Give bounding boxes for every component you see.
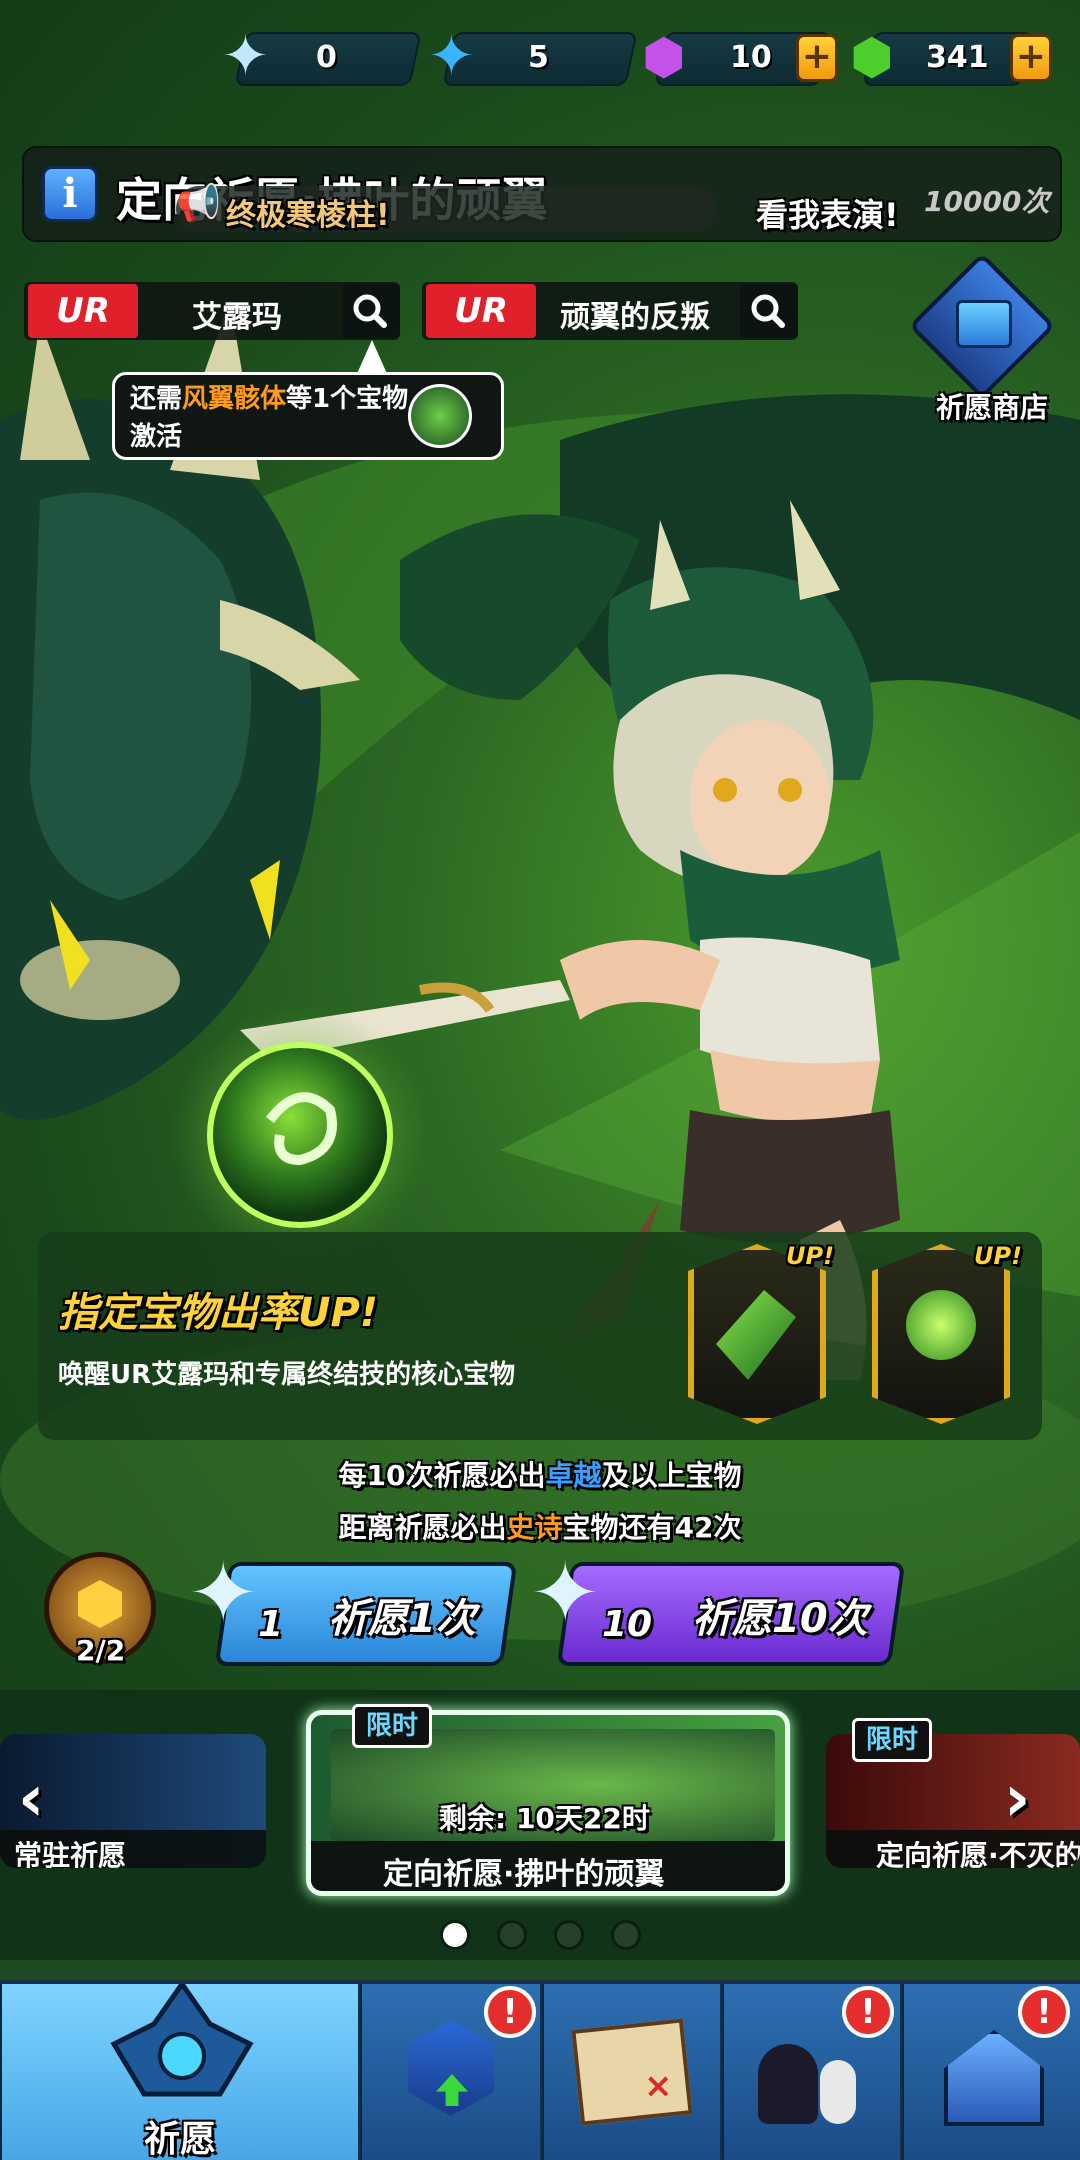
nav-item-wish[interactable]: 祈愿 [0, 1984, 358, 2160]
pull-counter: 10000次 [924, 185, 1050, 218]
guarantee-line-2: 距离祈愿必出史诗宝物还有42次 [0, 1506, 1080, 1546]
treasure-chest-icon [956, 300, 1012, 348]
guarantee-highlight: 卓越 [545, 1459, 602, 1492]
guarantee-text: 距离祈愿必出 [338, 1511, 507, 1544]
rainbow-star-icon: ✦ [530, 1544, 601, 1642]
chevron-right-icon[interactable]: › [1004, 1762, 1030, 1836]
up-tag: UP! [786, 1242, 835, 1270]
banner-artwork [0, 0, 1080, 1700]
shop-label[interactable]: 祈愿商店 [936, 386, 1048, 426]
rate-up-subtitle: 唤醒UR艾露玛和专属终结技的核心宝物 [58, 1360, 516, 1390]
rainbow-star-icon: ✦ [188, 1544, 259, 1642]
skeleton-icon [820, 2060, 856, 2124]
currency-value: 0 [316, 40, 337, 75]
rarity-badge: UR [426, 284, 536, 338]
treasure-name: 顽翼的反叛 [560, 300, 710, 335]
rate-up-title: 指定宝物出率UP! [58, 1290, 379, 1336]
wish-1-cost: 1 [258, 1604, 284, 1645]
limited-tag: 限时 [352, 1704, 432, 1748]
rainbow-star-icon: ✦ [222, 24, 269, 89]
info-button[interactable]: i [42, 166, 98, 222]
wish-crystal-icon [110, 1984, 254, 2097]
currency-value: 341 [926, 40, 989, 75]
wish-10-cost: 10 [602, 1604, 653, 1645]
guarantee-highlight: 史诗 [506, 1511, 563, 1544]
marquee-text-left: 终极寒棱柱! [226, 198, 390, 233]
add-purple-gem-button[interactable]: + [796, 34, 838, 82]
card-label: 常驻祈愿 [14, 1839, 127, 1868]
card-label: 定向祈愿·不灭的 [876, 1839, 1080, 1868]
treasure-map-icon [571, 2018, 693, 2126]
up-tag: UP! [974, 1242, 1023, 1270]
x-mark-icon: × [644, 2066, 673, 2106]
guarantee-line-1: 每10次祈愿必出卓越及以上宝物 [0, 1454, 1080, 1494]
limited-tag: 限时 [852, 1718, 932, 1762]
currency-value: 10 [730, 40, 772, 75]
alert-badge: ! [484, 1986, 536, 2038]
nav-item-map[interactable]: × [542, 1984, 720, 2160]
currency-value: 5 [528, 40, 549, 75]
rarity-badge: UR [28, 284, 138, 338]
search-icon [751, 294, 785, 328]
tooltip-arrow [356, 340, 388, 376]
hero-silhouette-icon [758, 2044, 818, 2124]
pager-dot[interactable] [497, 1920, 527, 1950]
tooltip-highlight: 风翼骸体 [182, 384, 287, 414]
add-green-gem-button[interactable]: + [1010, 34, 1052, 82]
pager-dot[interactable] [554, 1920, 584, 1950]
time-remaining: 剩余: 10天22时 [439, 1802, 650, 1835]
hero-name: 艾露玛 [192, 300, 282, 335]
chevron-left-icon[interactable]: ‹ [18, 1762, 44, 1836]
marquee-text-right: 看我表演! [756, 196, 899, 234]
blue-star-icon: ✦ [428, 24, 475, 89]
pager-dot[interactable] [611, 1920, 641, 1950]
wish-1-label: 祈愿1次 [328, 1596, 476, 1642]
alert-badge: ! [1018, 1986, 1070, 2038]
house-icon [944, 2030, 1044, 2126]
tooltip-prefix: 还需 [130, 384, 183, 414]
nav-label: 祈愿 [144, 2119, 217, 2160]
search-button[interactable] [342, 284, 400, 338]
search-button[interactable] [740, 284, 798, 338]
green-orb-icon [906, 1290, 976, 1360]
tooltip-text: 还需风翼骸体等1个宝物激活 [130, 380, 410, 456]
megaphone-icon: 📢 [176, 183, 221, 224]
green-gem-icon: ⬢ [850, 28, 894, 86]
guarantee-text: 每10次祈愿必出 [338, 1459, 546, 1492]
guarantee-text: 及以上宝物 [601, 1459, 742, 1492]
treasure-icon [408, 384, 472, 448]
ticket-count: 2/2 [76, 1634, 126, 1667]
hero-illustration [0, 300, 1080, 1640]
card-label: 定向祈愿·拂叶的顽翼 [383, 1857, 665, 1892]
alert-badge: ! [842, 1986, 894, 2038]
pager-dot-active[interactable] [440, 1920, 470, 1950]
purple-gem-icon: ⬢ [642, 28, 686, 86]
search-icon [353, 294, 387, 328]
wish-10-label: 祈愿10次 [692, 1596, 868, 1642]
guarantee-text: 宝物还有42次 [562, 1511, 742, 1544]
